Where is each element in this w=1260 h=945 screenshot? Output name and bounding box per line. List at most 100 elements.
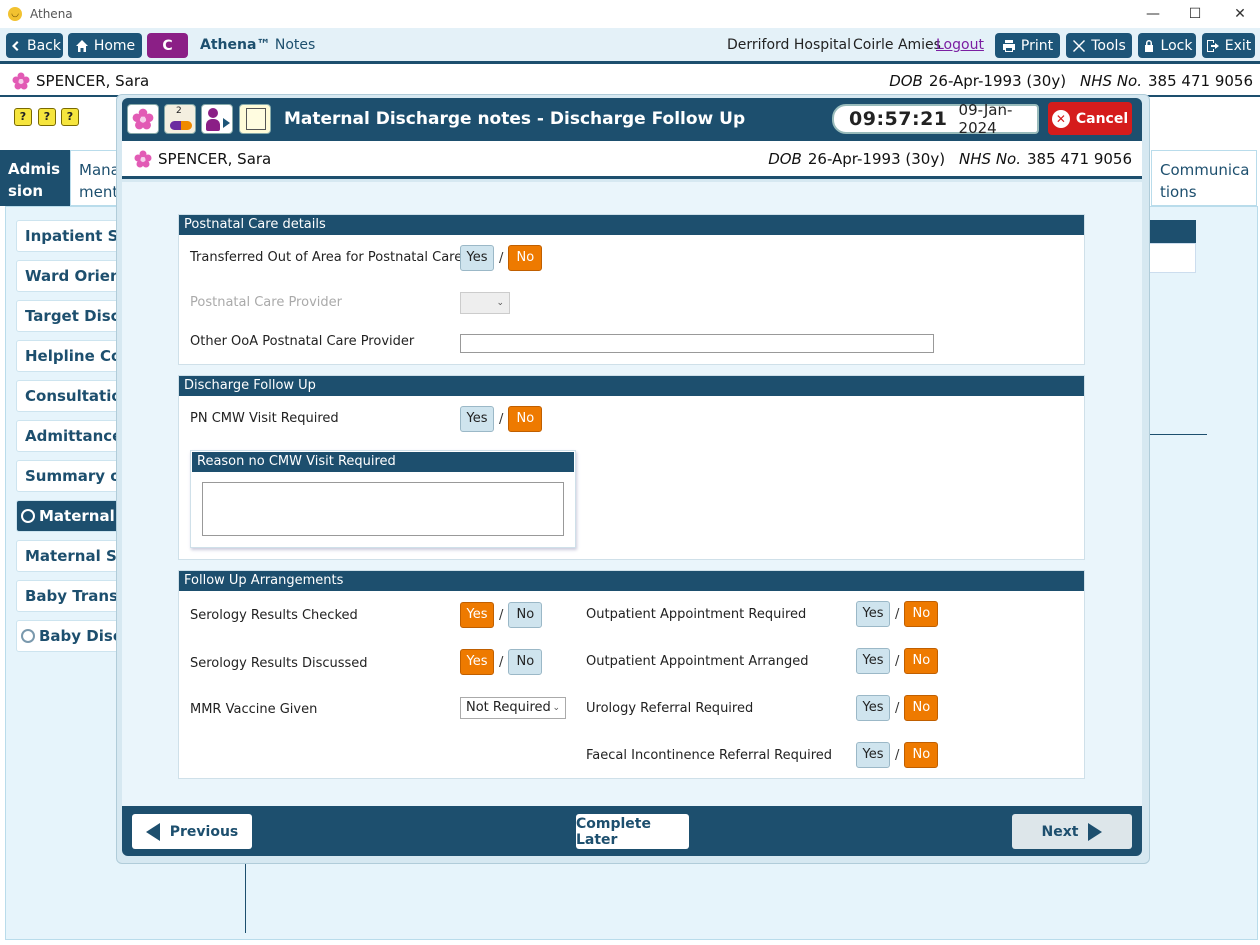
radio-icon xyxy=(21,629,35,643)
logout-link[interactable]: Logout xyxy=(936,37,984,53)
no-button[interactable]: No xyxy=(904,742,939,768)
yes-button[interactable]: Yes xyxy=(460,602,494,628)
no-button[interactable]: No xyxy=(904,601,939,627)
divider xyxy=(245,857,246,933)
yes-button[interactable]: Yes xyxy=(856,742,890,768)
help-icon[interactable]: ? xyxy=(61,108,79,126)
next-button[interactable]: Next xyxy=(1012,814,1132,849)
home-button[interactable]: Home xyxy=(68,33,142,58)
tools-button[interactable]: Tools xyxy=(1066,33,1132,58)
section-header: Discharge Follow Up xyxy=(179,376,1084,396)
cmw-visit-label: PN CMW Visit Required xyxy=(190,411,339,426)
serology-discussed-toggle: Yes / No xyxy=(460,649,543,675)
op-required-label: Outpatient Appointment Required xyxy=(586,607,807,622)
patient-name: SPENCER, Sara xyxy=(36,72,150,90)
tab-management[interactable]: Mana ment xyxy=(70,150,122,206)
modal-title: Maternal Discharge notes - Discharge Fol… xyxy=(284,109,746,129)
notepad-icon xyxy=(246,108,266,130)
app-brand: Athena™ Notes xyxy=(200,37,316,53)
no-button[interactable]: No xyxy=(904,695,939,721)
patient-demographics: DOB 26-Apr-1993 (30y) NHS No. 385 471 9056 xyxy=(768,149,1132,168)
pill-icon xyxy=(170,121,192,130)
notes-button[interactable] xyxy=(239,104,271,134)
clock-time: 09:57:21 xyxy=(849,108,948,130)
minimize-button[interactable]: — xyxy=(1131,2,1175,26)
cancel-button[interactable]: ✕ Cancel xyxy=(1048,102,1132,135)
other-provider-label: Other OoA Postnatal Care Provider xyxy=(190,334,415,349)
sidebar-item-helpline-contact[interactable]: Helpline Cont xyxy=(16,340,128,372)
tools-icon xyxy=(1073,39,1086,52)
no-button[interactable]: No xyxy=(508,602,543,628)
help-icon[interactable]: ? xyxy=(38,108,56,126)
modal-footer: Previous Complete Later Next xyxy=(122,806,1142,856)
modal-patient-banner: SPENCER, Sara DOB 26-Apr-1993 (30y) NHS No… xyxy=(122,141,1142,179)
maximize-button[interactable]: ☐ xyxy=(1173,2,1217,26)
op-required-toggle: Yes / No xyxy=(856,601,939,627)
no-button[interactable]: No xyxy=(508,406,543,432)
mmr-select[interactable]: Not Required ⌄ xyxy=(460,697,566,719)
cmw-visit-toggle: Yes / No xyxy=(460,406,543,432)
lock-button[interactable]: Lock xyxy=(1138,33,1196,58)
print-button[interactable]: Print xyxy=(995,33,1060,58)
serology-checked-label: Serology Results Checked xyxy=(190,608,358,623)
yes-button[interactable]: Yes xyxy=(460,245,494,271)
divider xyxy=(1146,434,1207,435)
section-header: Postnatal Care details xyxy=(179,215,1084,235)
sidebar-item-target-discharge[interactable]: Target Discha xyxy=(16,300,128,332)
op-arranged-label: Outpatient Appointment Arranged xyxy=(586,654,809,669)
yes-button[interactable]: Yes xyxy=(856,695,890,721)
person-icon xyxy=(208,108,218,118)
yes-button[interactable]: Yes xyxy=(856,648,890,674)
sidebar-item-maternal-discharge[interactable]: Maternal Di xyxy=(16,500,128,532)
lock-icon xyxy=(1144,39,1153,52)
play-icon xyxy=(223,118,230,128)
patient-name: SPENCER, Sara xyxy=(158,149,272,168)
tab-communications[interactable]: Communica tions xyxy=(1151,150,1257,206)
provider-select[interactable]: ⌄ xyxy=(460,292,510,314)
no-button[interactable]: No xyxy=(508,649,543,675)
chevron-down-icon: ⌄ xyxy=(496,298,504,308)
sidebar-item-baby-discharge[interactable]: Baby Discha xyxy=(16,620,128,652)
athena-logo-icon: ◡ xyxy=(8,7,22,21)
person-button[interactable] xyxy=(201,104,233,134)
sidebar-item-admittance[interactable]: Admittance N xyxy=(16,420,128,452)
exit-button[interactable]: Exit xyxy=(1202,33,1255,58)
patient-banner: SPENCER, Sara DOB 26-Apr-1993 (30y) NHS No… xyxy=(0,67,1260,97)
status-icon[interactable]: ? xyxy=(14,108,32,126)
flower-button[interactable] xyxy=(127,104,159,134)
yes-button[interactable]: Yes xyxy=(460,406,494,432)
no-button[interactable]: No xyxy=(904,648,939,674)
other-provider-input[interactable] xyxy=(460,334,934,353)
close-window-button[interactable]: ✕ xyxy=(1218,2,1260,26)
window-titlebar: ◡ Athena — ☐ ✕ xyxy=(0,0,1260,28)
user-name: Coirle Amies xyxy=(853,37,941,53)
sidebar-item-baby-transfer[interactable]: Baby Transfer xyxy=(16,580,128,612)
flower-icon xyxy=(134,150,152,167)
sidebar-item-ward-orientation[interactable]: Ward Orientat xyxy=(16,260,128,292)
background-cell xyxy=(1146,243,1196,273)
yes-button[interactable]: Yes xyxy=(460,649,494,675)
back-button[interactable]: Back xyxy=(6,33,63,58)
transferred-label: Transferred Out of Area for Postnatal Ca… xyxy=(190,250,463,265)
close-icon: ✕ xyxy=(1051,109,1070,128)
medication-button[interactable]: 2 xyxy=(164,104,196,134)
previous-button[interactable]: Previous xyxy=(132,814,252,849)
yes-button[interactable]: Yes xyxy=(856,601,890,627)
no-button[interactable]: No xyxy=(508,245,543,271)
c-button[interactable]: C xyxy=(147,33,188,58)
sidebar-item-maternal-self[interactable]: Maternal Self xyxy=(16,540,128,572)
faecal-toggle: Yes / No xyxy=(856,742,939,768)
printer-icon xyxy=(1002,39,1015,52)
flower-icon xyxy=(132,108,154,130)
medication-count: 2 xyxy=(176,106,182,116)
sidebar-item-summary[interactable]: Summary of P xyxy=(16,460,128,492)
op-arranged-toggle: Yes / No xyxy=(856,648,939,674)
sidebar-item-inpatient-stay[interactable]: Inpatient Stay xyxy=(16,220,128,252)
urology-toggle: Yes / No xyxy=(856,695,939,721)
reason-textarea[interactable] xyxy=(202,482,564,536)
complete-later-button[interactable]: Complete Later xyxy=(576,814,689,849)
reason-panel: Reason no CMW Visit Required xyxy=(190,450,576,548)
sidebar-item-consultation[interactable]: Consultation I xyxy=(16,380,128,412)
tab-admission[interactable]: Admis sion xyxy=(0,150,70,206)
home-icon xyxy=(75,39,88,52)
